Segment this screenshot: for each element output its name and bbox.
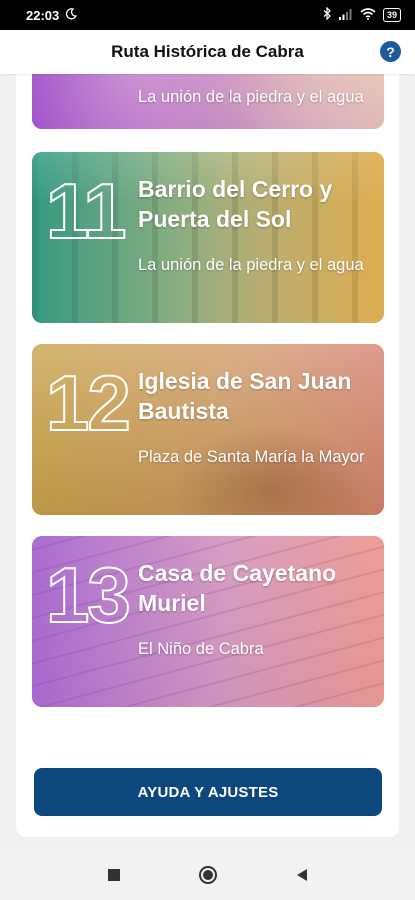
help-button[interactable]: ? xyxy=(380,41,401,62)
signal-icon xyxy=(338,8,353,23)
route-card-13[interactable]: 13 Casa de Cayetano Muriel El Niño de Ca… xyxy=(32,536,384,707)
card-subtitle: Plaza de Santa María la Mayor xyxy=(138,448,365,466)
card-number: 11 xyxy=(45,167,127,255)
battery-icon: 39 xyxy=(382,8,401,22)
card-title: Casa de Cayetano Muriel xyxy=(138,560,337,616)
help-and-settings-button[interactable]: AYUDA Y AJUSTES xyxy=(34,768,382,816)
card-title: Barrio del Cerro y Puerta del Sol xyxy=(138,176,333,232)
status-right: 39 xyxy=(323,6,401,23)
bluetooth-icon xyxy=(323,6,332,23)
home-circle-icon xyxy=(198,866,217,884)
app-header: Ruta Histórica de Cabra ? xyxy=(0,30,415,74)
card-number: 12 xyxy=(45,359,132,447)
card-number: 10 xyxy=(45,74,132,85)
moon-icon xyxy=(65,7,78,23)
card-subtitle: La unión de la piedra y el agua xyxy=(138,256,364,274)
square-icon xyxy=(107,869,120,881)
route-card-11[interactable]: 11 Barrio del Cerro y Puerta del Sol La … xyxy=(32,152,384,323)
back-triangle-icon xyxy=(296,869,307,881)
card-subtitle: La unión de la piedra y el agua xyxy=(138,88,364,106)
wifi-icon xyxy=(360,7,376,23)
battery-level: 39 xyxy=(386,9,397,20)
back-button[interactable] xyxy=(290,863,314,887)
route-card-10[interactable]: 10 La unión de la piedra y el agua xyxy=(32,74,384,129)
card-number: 13 xyxy=(45,551,132,639)
system-nav-bar xyxy=(0,850,415,900)
home-button[interactable] xyxy=(196,863,220,887)
status-time: 22:03 xyxy=(26,7,60,23)
recents-button[interactable] xyxy=(102,863,126,887)
page-title: Ruta Histórica de Cabra xyxy=(111,42,304,61)
question-icon: ? xyxy=(386,43,395,60)
status-left: 22:03 xyxy=(26,7,78,23)
card-subtitle: El Niño de Cabra xyxy=(138,640,264,658)
route-list[interactable]: 10 La unión de la piedra y el agua 11 Ba… xyxy=(0,74,415,850)
status-bar: 22:03 39 xyxy=(0,0,415,30)
card-title: Iglesia de San Juan Bautista xyxy=(138,368,352,424)
route-card-12[interactable]: 12 Iglesia de San Juan Bautista Plaza de… xyxy=(32,344,384,515)
